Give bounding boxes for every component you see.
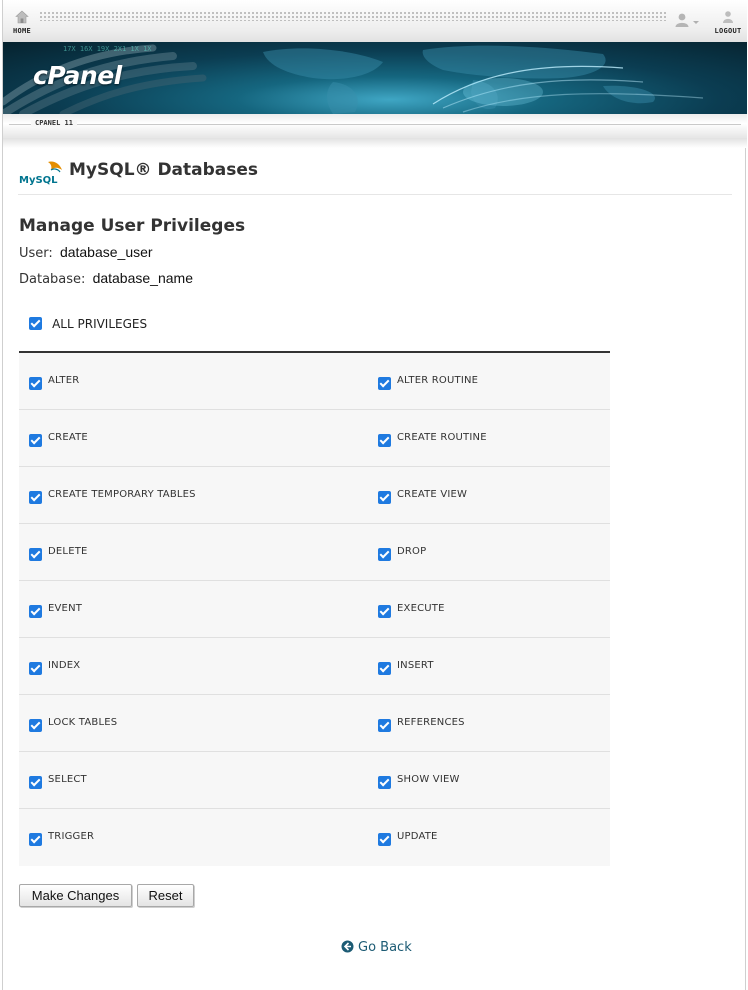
privilege-label: DROP [397,546,427,557]
privilege-row: SELECT SHOW VIEW [19,752,610,809]
database-label: Database: [19,272,86,287]
privilege-label: SELECT [48,774,87,785]
make-changes-button[interactable]: Make Changes [19,884,132,907]
section-title: Manage User Privileges [19,216,246,236]
privilege-row: INDEX INSERT [19,638,610,695]
privilege-checkbox[interactable] [29,719,42,732]
privilege-checkbox[interactable] [29,377,42,390]
privilege-label: ALTER ROUTINE [397,375,479,386]
svg-text:17X 16X 19X 2X1 1X 1X: 17X 16X 19X 2X1 1X 1X [63,45,152,53]
user-menu[interactable] [671,12,705,30]
privilege-label: CREATE [48,432,88,443]
privilege-checkbox[interactable] [378,605,391,618]
reset-button[interactable]: Reset [137,884,194,907]
user-info: User: database_user [19,244,153,261]
all-privileges-checkbox[interactable] [29,317,42,330]
home-link[interactable]: HOME [9,10,35,35]
privilege-checkbox[interactable] [378,434,391,447]
privilege-label: REFERENCES [397,717,465,728]
privilege-checkbox[interactable] [29,833,42,846]
privilege-checkbox[interactable] [378,662,391,675]
go-back-label: Go Back [358,940,412,955]
logout-icon [723,11,733,23]
privilege-label: INDEX [48,660,81,671]
user-label: User: [19,246,53,261]
privilege-label: LOCK TABLES [48,717,118,728]
back-arrow-icon [341,940,354,953]
privilege-row: TRIGGER UPDATE [19,809,610,866]
page-frame: HOME LOGOUT 17X 16X 19X 2X1 1X 1X cPanel… [2,0,747,990]
mysql-logo-icon: MySQL [19,161,62,186]
privilege-label: ALTER [48,375,80,386]
privilege-label: SHOW VIEW [397,774,460,785]
privilege-label: UPDATE [397,831,438,842]
privilege-label: EXECUTE [397,603,445,614]
all-privileges-option[interactable]: ALL PRIVILEGES [29,313,147,332]
privilege-row: LOCK TABLES REFERENCES [19,695,610,752]
version-strip: CPANEL 11 [3,114,747,138]
database-info: Database: database_name [19,270,193,287]
privilege-checkbox[interactable] [29,605,42,618]
privilege-checkbox[interactable] [378,776,391,789]
privilege-checkbox[interactable] [29,434,42,447]
logout-label: LOGOUT [714,27,742,35]
top-bar-dots [39,11,667,21]
privilege-checkbox[interactable] [378,833,391,846]
privilege-row: ALTER ALTER ROUTINE [19,353,610,410]
privilege-label: INSERT [397,660,434,671]
privilege-checkbox[interactable] [29,776,42,789]
privilege-checkbox[interactable] [378,548,391,561]
cpanel-banner: 17X 16X 19X 2X1 1X 1X cPanel [3,42,747,114]
top-bar: HOME LOGOUT [3,0,747,42]
all-privileges-label: ALL PRIVILEGES [52,316,148,331]
privileges-table: ALTER ALTER ROUTINE CREATE CREATE ROUTINE CR… [19,351,610,866]
privilege-checkbox[interactable] [29,662,42,675]
privilege-label: TRIGGER [48,831,95,842]
user-value: database_user [59,244,153,260]
database-value: database_name [92,270,193,286]
home-icon [15,10,29,24]
go-back-link[interactable]: Go Back [341,940,412,955]
home-label: HOME [12,27,32,35]
chevron-down-icon [693,21,699,24]
version-label: CPANEL 11 [31,119,77,127]
privilege-row: DELETE DROP [19,524,610,581]
cpanel-logo: cPanel [33,61,122,90]
privilege-label: CREATE ROUTINE [397,432,487,443]
privilege-checkbox[interactable] [29,548,42,561]
privilege-label: DELETE [48,546,88,557]
user-icon [675,13,699,27]
mysql-logo-text: MySQL [19,175,58,186]
page-title: MySQL® Databases [69,160,259,180]
privilege-label: CREATE VIEW [397,489,468,500]
privilege-checkbox[interactable] [378,719,391,732]
privilege-checkbox[interactable] [378,491,391,504]
privilege-row: EVENT EXECUTE [19,581,610,638]
privilege-row: CREATE TEMPORARY TABLES CREATE VIEW [19,467,610,524]
divider [18,194,732,195]
privilege-label: CREATE TEMPORARY TABLES [48,489,196,500]
logout-link[interactable]: LOGOUT [711,10,745,35]
privilege-row: CREATE CREATE ROUTINE [19,410,610,467]
privilege-checkbox[interactable] [29,491,42,504]
privilege-checkbox[interactable] [378,377,391,390]
privilege-label: EVENT [48,603,83,614]
